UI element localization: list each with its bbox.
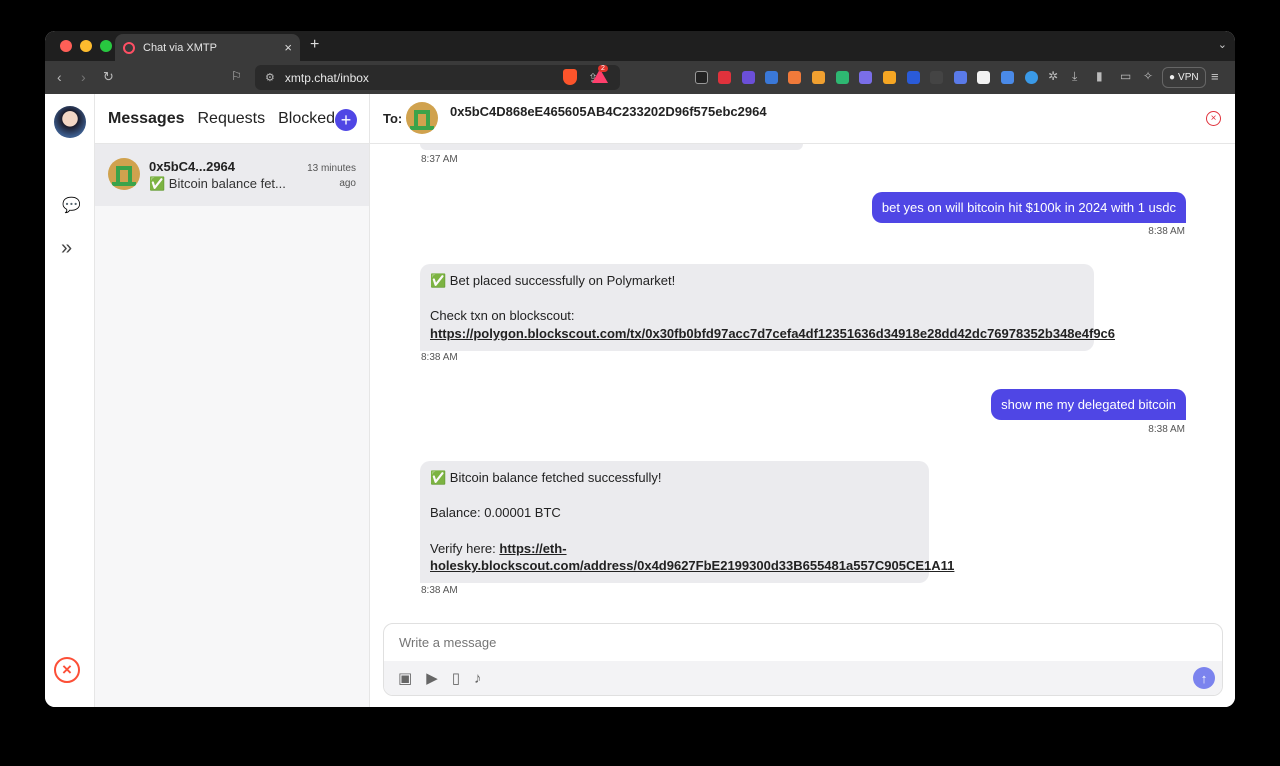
forward-icon[interactable]: › — [81, 69, 86, 85]
message-time: 8:38 AM — [1148, 424, 1185, 435]
image-attach-icon[interactable]: ▣ — [398, 669, 412, 687]
vpn-status-icon: ● — [1169, 72, 1176, 83]
user-avatar[interactable] — [54, 106, 86, 138]
leo-ai-icon[interactable]: ✧ — [1143, 69, 1153, 83]
vpn-button[interactable]: ● VPN — [1162, 67, 1206, 88]
vpn-label: VPN — [1178, 72, 1199, 83]
verify-prefix: Verify here: — [430, 540, 500, 556]
back-icon[interactable]: ‹ — [57, 69, 62, 85]
message-line: Check txn on blockscout: — [430, 308, 575, 324]
conversation-preview: ✅ Bitcoin balance fet... — [149, 176, 286, 191]
composer-toolbar: ▣ ▶ ▯ ♪ — [384, 661, 1222, 695]
extension-icon[interactable] — [954, 71, 967, 84]
file-attach-icon[interactable]: ▯ — [452, 669, 460, 687]
hamburger-menu-icon[interactable]: ≡ — [1211, 69, 1219, 84]
message-bubble-outgoing: show me my delegated bitcoin — [991, 389, 1186, 420]
message-list[interactable]: 8:37 AM bet yes on will bitcoin hit $100… — [370, 144, 1235, 611]
extension-icon[interactable] — [883, 71, 896, 84]
browser-tab[interactable]: Chat via XMTP × — [115, 34, 300, 61]
extension-icon[interactable] — [907, 71, 920, 84]
maximize-window-button[interactable] — [100, 40, 112, 52]
message-line: ✅ Bitcoin balance fetched successfully! — [430, 470, 662, 485]
message-input[interactable] — [399, 635, 1199, 650]
message-bubble-outgoing: bet yes on will bitcoin hit $100k in 202… — [871, 192, 1186, 223]
reload-icon[interactable]: ↻ — [103, 69, 114, 85]
video-attach-icon[interactable]: ▶ — [426, 669, 438, 687]
extension-icon[interactable] — [788, 71, 801, 84]
tab-close-icon[interactable]: × — [284, 40, 292, 55]
extension-icon[interactable] — [765, 71, 778, 84]
message-time: 8:37 AM — [421, 154, 458, 165]
site-settings-icon[interactable]: ⚙ — [265, 71, 275, 84]
tab-title: Chat via XMTP — [143, 41, 217, 54]
sidebar-header: Messages Requests Blocked — [95, 94, 369, 144]
xmtp-logo[interactable]: × — [54, 657, 80, 683]
message-bubble-incoming: ✅ Bet placed successfully on Polymarket!… — [420, 264, 1115, 351]
recipient-avatar — [406, 102, 438, 134]
sidebar-icon[interactable]: ▮ — [1096, 69, 1103, 83]
chat-panel: To: 0x5bC4D868eE465605AB4C233202D96f575e… — [370, 94, 1235, 707]
message-time: 8:38 AM — [1148, 226, 1185, 237]
message-line: Verify here: https://eth- — [430, 540, 919, 558]
extension-icon[interactable] — [930, 71, 943, 84]
extension-icon[interactable] — [718, 71, 731, 84]
chat-header: To: 0x5bC4D868eE465605AB4C233202D96f575e… — [370, 94, 1235, 144]
extension-icon[interactable] — [836, 71, 849, 84]
blockscout-tx-link[interactable]: https://polygon.blockscout.com/tx/0x30fb… — [430, 326, 1115, 341]
tab-requests[interactable]: Requests — [198, 110, 266, 128]
new-tab-button[interactable]: + — [310, 36, 319, 54]
url-text: xmtp.chat/inbox — [284, 70, 369, 85]
blockscout-address-link[interactable]: holesky.blockscout.com/address/0x4d9627F… — [430, 558, 954, 573]
microphone-icon[interactable]: ♪ — [474, 670, 482, 687]
message-time: 8:38 AM — [421, 585, 458, 596]
message-time: 8:38 AM — [421, 352, 458, 363]
nav-rail: 💬 » × — [45, 94, 95, 707]
message-line: ✅ Bet placed successfully on Polymarket! — [430, 273, 676, 288]
conversation-time: 13 minutes ago — [307, 163, 356, 189]
tab-strip: Chat via XMTP × + ⌄ — [45, 31, 1235, 61]
conversation-avatar — [108, 158, 140, 190]
to-label: To: — [383, 111, 403, 126]
minimize-window-button[interactable] — [80, 40, 92, 52]
recipient-address: 0x5bC4D868eE465605AB4C233202D96f575ebc29… — [450, 104, 767, 119]
brave-shields-icon[interactable] — [563, 69, 577, 85]
downloads-icon[interactable]: ⤓ — [1072, 69, 1077, 84]
browser-window: Chat via XMTP × + ⌄ ‹ › ↻ ⚐ ⚙ xmtp.chat/… — [45, 31, 1235, 707]
rewards-badge: 2 — [598, 65, 608, 72]
message-composer: ▣ ▶ ▯ ♪ ↑ — [383, 623, 1223, 696]
extension-icon[interactable] — [812, 71, 825, 84]
close-window-button[interactable] — [60, 40, 72, 52]
conversation-name: 0x5bC4...2964 — [149, 159, 236, 174]
conversation-sidebar: Messages Requests Blocked + 0x5bC4...296… — [95, 94, 370, 707]
tab-blocked[interactable]: Blocked — [278, 110, 335, 128]
expand-sidebar-icon[interactable]: » — [61, 237, 72, 260]
close-conversation-icon[interactable]: × — [1206, 111, 1221, 126]
window-controls — [60, 40, 112, 52]
bookmark-icon[interactable]: ⚐ — [231, 69, 242, 83]
chevron-down-icon[interactable]: ⌄ — [1218, 38, 1227, 51]
extension-icon[interactable] — [1025, 71, 1038, 84]
extension-icon[interactable] — [695, 71, 708, 84]
conversation-list-item[interactable]: 0x5bC4...2964 ✅ Bitcoin balance fet... 1… — [95, 144, 369, 206]
extension-icon[interactable] — [859, 71, 872, 84]
extension-icon[interactable] — [977, 71, 990, 84]
send-button[interactable]: ↑ — [1193, 667, 1215, 689]
wallet-icon[interactable]: ▭ — [1120, 69, 1131, 83]
extension-icon[interactable] — [742, 71, 755, 84]
message-bubble-incoming — [420, 144, 803, 150]
extension-icon[interactable] — [1001, 71, 1014, 84]
tab-messages[interactable]: Messages — [108, 110, 185, 128]
extensions-puzzle-icon[interactable]: ✲ — [1048, 69, 1058, 83]
message-line: Balance: 0.00001 BTC — [430, 505, 561, 521]
new-conversation-button[interactable]: + — [335, 109, 357, 131]
message-bubble-incoming: ✅ Bitcoin balance fetched successfully! … — [420, 461, 954, 584]
xmtp-favicon-icon — [123, 41, 135, 54]
xmtp-app: 💬 » × Messages Requests Blocked + 0x5bC4… — [45, 94, 1235, 707]
browser-toolbar: ‹ › ↻ ⚐ ⚙ xmtp.chat/inbox ⇪ 2 ✲ ⤓ ▮ ▭ ✧ … — [45, 61, 1235, 94]
blockscout-address-link[interactable]: https://eth- — [499, 541, 566, 556]
conversations-icon[interactable]: 💬 — [62, 196, 81, 214]
